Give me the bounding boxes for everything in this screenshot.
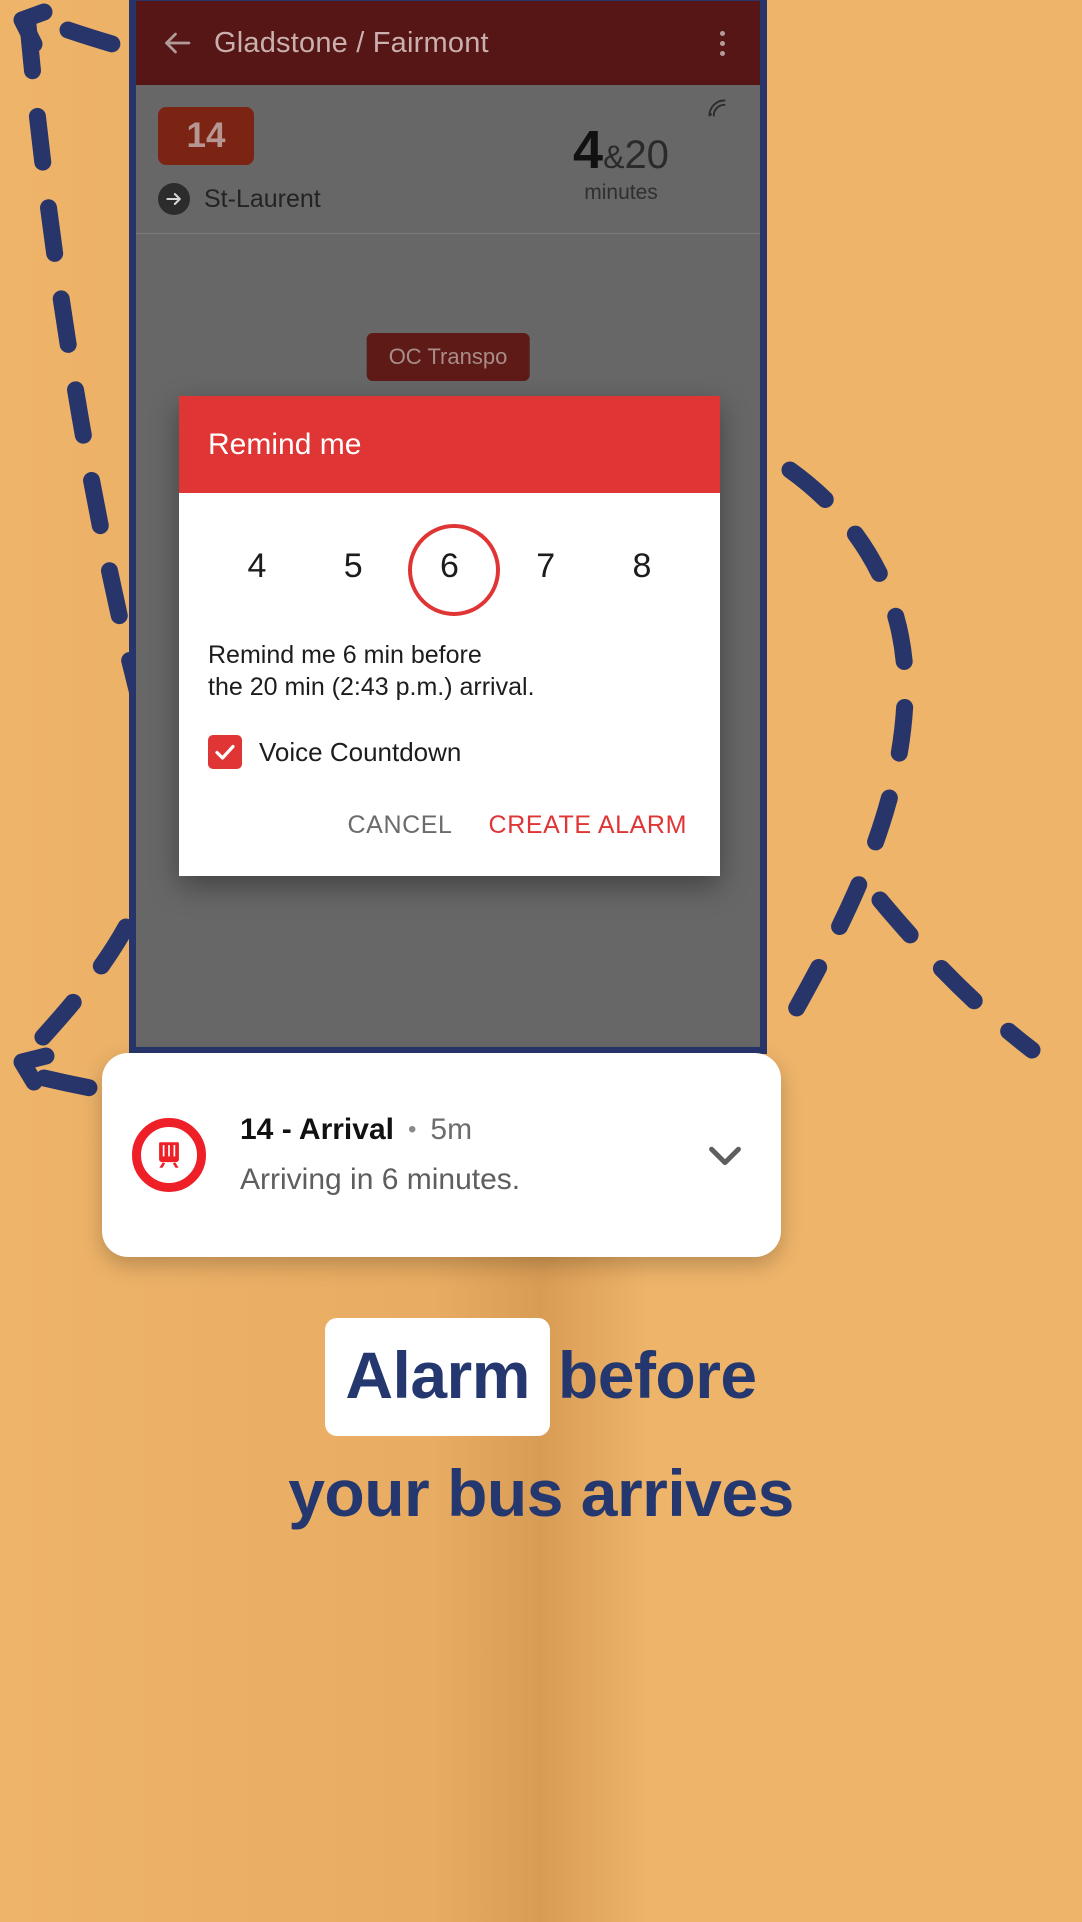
remind-me-dialog-anchor: Remind me 4 5 6 7 8 Remind me 6 min befo…	[179, 396, 720, 876]
create-alarm-button[interactable]: CREATE ALARM	[489, 811, 687, 840]
headline-rest: before	[557, 1338, 757, 1412]
minutes-picker[interactable]: 4 5 6 7 8	[208, 493, 691, 623]
following-arrival-minutes: 20	[624, 133, 669, 177]
dialog-body: 4 5 6 7 8 Remind me 6 min before the 20 …	[179, 493, 720, 876]
minutes-label: minutes	[584, 181, 658, 204]
notification-card[interactable]: 14 - Arrival • 5m Arriving in 6 minutes.	[102, 1053, 781, 1257]
notification-title-row: 14 - Arrival • 5m	[240, 1113, 697, 1147]
dialog-summary-line1: Remind me 6 min before	[208, 641, 482, 669]
promo-screenshot: Gladstone / Fairmont 14 St-Laurent 4&20 …	[0, 0, 1082, 1922]
next-arrival-minutes: 4	[573, 120, 604, 180]
picker-option-5[interactable]: 5	[310, 523, 396, 609]
kebab-menu-icon[interactable]	[702, 20, 742, 66]
app-bar: Gladstone / Fairmont	[136, 1, 760, 85]
dialog-summary: Remind me 6 min before the 20 min (2:43 …	[208, 639, 691, 703]
dialog-summary-line2: the 20 min (2:43 p.m.) arrival.	[208, 673, 535, 701]
times-separator: &	[603, 139, 625, 175]
bus-circle-icon	[132, 1118, 206, 1192]
route-number-badge: 14	[158, 107, 254, 165]
picker-option-7[interactable]: 7	[503, 523, 589, 609]
chevron-down-icon[interactable]	[697, 1132, 753, 1178]
phone-frame: Gladstone / Fairmont 14 St-Laurent 4&20 …	[129, 0, 767, 1054]
live-signal-icon	[704, 95, 730, 121]
dialog-header: Remind me	[179, 396, 720, 493]
arrival-times: 4&20	[506, 123, 736, 177]
agency-toast: OC Transpo	[366, 333, 530, 381]
notification-title: 14 - Arrival	[240, 1113, 394, 1146]
dialog-actions: CANCEL CREATE ALARM	[208, 769, 691, 862]
headline-highlight: Alarm	[325, 1318, 550, 1437]
app-bar-title: Gladstone / Fairmont	[214, 26, 489, 59]
arrow-left-icon[interactable]	[154, 20, 200, 66]
picker-option-4[interactable]: 4	[214, 523, 300, 609]
voice-countdown-label: Voice Countdown	[259, 736, 462, 767]
picker-option-8[interactable]: 8	[599, 523, 685, 609]
arrow-right-circle-icon	[158, 183, 190, 215]
stop-summary-row[interactable]: 14 St-Laurent 4&20 minutes	[136, 85, 760, 234]
dialog-title: Remind me	[208, 427, 362, 461]
notification-body: Arriving in 6 minutes.	[240, 1163, 521, 1196]
arrival-times-block: 4&20 minutes	[506, 99, 736, 205]
picker-option-6-selected[interactable]: 6	[407, 523, 500, 616]
headline-line2: your bus arrives	[288, 1456, 794, 1531]
destination-label: St-Laurent	[204, 184, 321, 213]
promo-headline: Alarm before your bus arrives	[0, 1318, 1082, 1545]
voice-countdown-checkbox-row[interactable]: Voice Countdown	[208, 735, 691, 769]
notification-separator: •	[407, 1116, 417, 1143]
cancel-button[interactable]: CANCEL	[348, 811, 453, 840]
notification-time-ago: 5m	[430, 1113, 473, 1146]
notification-text: 14 - Arrival • 5m Arriving in 6 minutes.	[240, 1113, 697, 1197]
checkmark-icon[interactable]	[208, 735, 242, 769]
remind-me-dialog: Remind me 4 5 6 7 8 Remind me 6 min befo…	[179, 396, 720, 876]
